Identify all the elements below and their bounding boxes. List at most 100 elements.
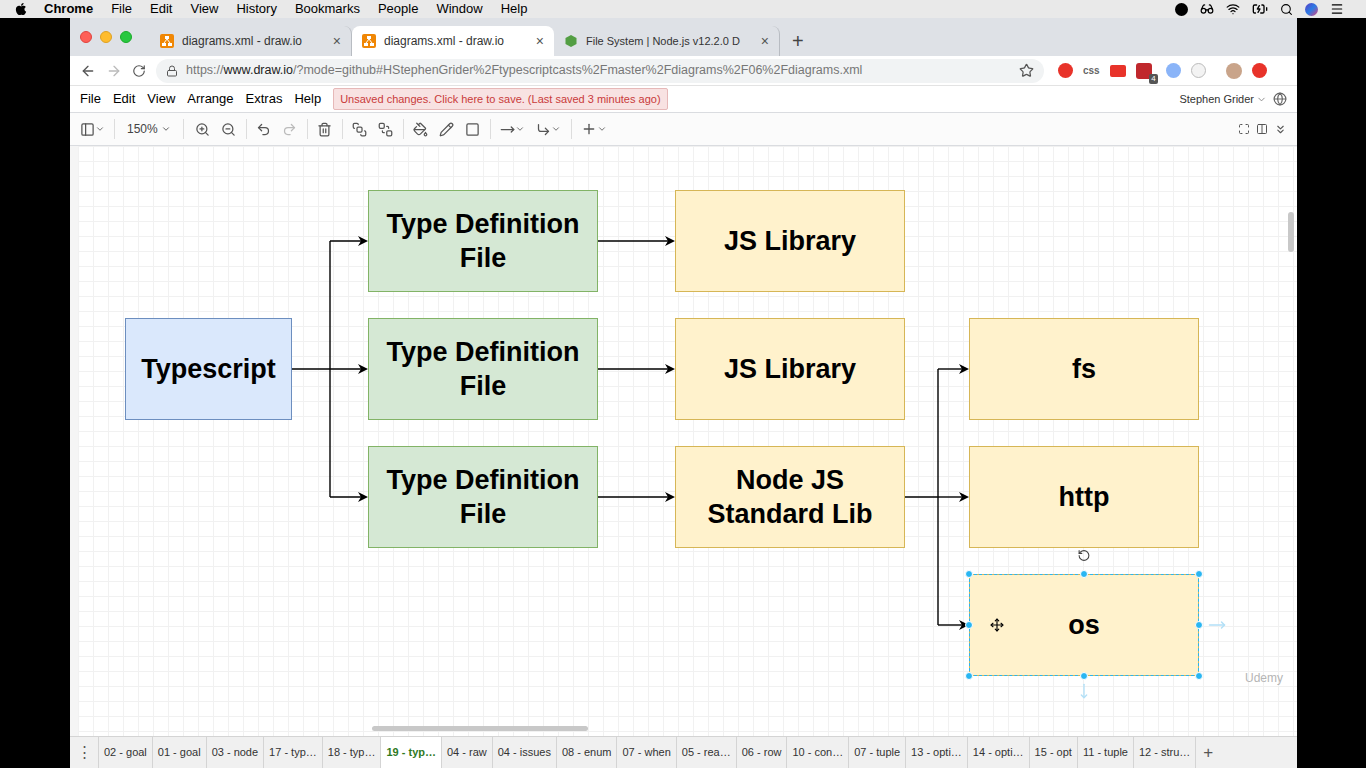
zoom-in-icon[interactable]: [190, 116, 216, 142]
browser-tab[interactable]: diagrams.xml - draw.io×: [150, 26, 352, 56]
connect-right-arrow-icon[interactable]: [1208, 616, 1226, 634]
shadow-icon[interactable]: [460, 116, 486, 142]
tab-close-button[interactable]: ×: [333, 34, 341, 48]
resize-handle[interactable]: [1080, 672, 1088, 680]
connect-down-arrow-icon[interactable]: [1076, 683, 1092, 699]
page-tab[interactable]: 18 - typ…: [322, 737, 381, 768]
extension-icon[interactable]: [1166, 63, 1181, 78]
redo-icon[interactable]: [277, 116, 303, 142]
horizontal-scrollbar[interactable]: [372, 726, 588, 731]
diagram-node[interactable]: fs: [969, 318, 1199, 420]
resize-handle[interactable]: [1195, 570, 1203, 578]
mac-menu-item[interactable]: Edit: [150, 0, 172, 19]
page-tab[interactable]: 15 - opt: [1029, 737, 1077, 768]
new-tab-button[interactable]: +: [780, 26, 816, 56]
glasses-icon[interactable]: [1200, 2, 1214, 16]
page-tab[interactable]: 04 - raw: [441, 737, 492, 768]
diagram-node[interactable]: Type DefinitionFile: [368, 190, 598, 292]
diagram-node[interactable]: os: [969, 574, 1199, 676]
profile-avatar[interactable]: [1226, 63, 1242, 79]
mac-menu-item[interactable]: View: [190, 0, 218, 19]
forward-icon[interactable]: [106, 63, 122, 79]
extension-icon[interactable]: [1058, 63, 1073, 78]
apple-icon[interactable]: [14, 2, 28, 16]
diagram-node[interactable]: JS Library: [675, 318, 905, 420]
connection-icon[interactable]: [495, 116, 531, 142]
drawio-menu-item[interactable]: View: [147, 89, 175, 109]
bookmark-star-icon[interactable]: [1019, 63, 1034, 78]
drawio-menu-item[interactable]: Help: [294, 89, 321, 109]
page-menu-button[interactable]: ⋮: [70, 737, 98, 768]
unsaved-notice[interactable]: Unsaved changes. Click here to save. (La…: [333, 88, 667, 111]
minimize-window-button[interactable]: [100, 31, 112, 43]
zoom-select[interactable]: 150%: [121, 120, 177, 138]
mac-menu-item[interactable]: People: [378, 0, 418, 19]
undo-icon[interactable]: [251, 116, 277, 142]
format-panel-icon[interactable]: [76, 116, 108, 142]
mac-menu-item[interactable]: Help: [501, 0, 528, 19]
mac-menu-item[interactable]: Window: [436, 0, 482, 19]
diagram-node[interactable]: http: [969, 446, 1199, 548]
drawio-menu-item[interactable]: File: [80, 89, 101, 109]
waypoints-icon[interactable]: [531, 116, 567, 142]
rotate-handle-icon[interactable]: [1078, 549, 1091, 562]
extension-badge-wrapper[interactable]: 4: [1136, 63, 1152, 79]
language-globe-icon[interactable]: [1273, 92, 1287, 106]
page-tab[interactable]: 01 - goal: [152, 737, 206, 768]
page-tab[interactable]: 05 - rea…: [676, 737, 736, 768]
css-extension[interactable]: css: [1083, 63, 1100, 78]
tab-close-button[interactable]: ×: [536, 34, 544, 48]
tab-close-button[interactable]: ×: [761, 34, 769, 48]
page-tab[interactable]: 17 - typ…: [263, 737, 322, 768]
user-menu[interactable]: Stephen Grider: [1179, 91, 1267, 108]
page-tab[interactable]: 07 - when: [616, 737, 675, 768]
diagram-node[interactable]: JS Library: [675, 190, 905, 292]
resize-handle[interactable]: [1195, 621, 1203, 629]
url-field[interactable]: https://www.draw.io/?mode=github#HStephe…: [156, 59, 1044, 83]
page-tab[interactable]: 03 - node: [206, 737, 263, 768]
resize-handle[interactable]: [1080, 570, 1088, 578]
zoom-window-button[interactable]: [120, 31, 132, 43]
mac-menu-item[interactable]: Bookmarks: [295, 0, 360, 19]
drawio-menu-item[interactable]: Arrange: [187, 89, 233, 109]
siri-icon[interactable]: [1305, 3, 1318, 16]
extension-icon[interactable]: [1191, 63, 1206, 78]
diagram-node[interactable]: Typescript: [125, 318, 292, 420]
to-back-icon[interactable]: [373, 116, 399, 142]
search-icon[interactable]: [1280, 3, 1293, 16]
extension-icon[interactable]: [1110, 65, 1126, 77]
page-tab[interactable]: 12 - stru…: [1133, 737, 1195, 768]
browser-tab[interactable]: diagrams.xml - draw.io×: [352, 26, 554, 56]
reload-icon[interactable]: [132, 64, 146, 78]
app-name[interactable]: Chrome: [44, 0, 93, 19]
wifi-icon[interactable]: [1226, 2, 1240, 16]
page-tab[interactable]: 02 - goal: [98, 737, 152, 768]
drawio-menu-item[interactable]: Edit: [113, 89, 135, 109]
resize-handle[interactable]: [965, 672, 973, 680]
delete-icon[interactable]: [312, 116, 338, 142]
resize-handle[interactable]: [965, 621, 973, 629]
page-tab[interactable]: 19 - typ…: [380, 737, 441, 768]
notification-list-icon[interactable]: [1330, 2, 1344, 16]
page-tab[interactable]: 13 - opti…: [905, 737, 967, 768]
diagram-canvas[interactable]: Typescript Type DefinitionFile Type Defini…: [70, 146, 1297, 736]
fullscreen-icon[interactable]: [1235, 116, 1253, 142]
insert-icon[interactable]: [576, 116, 612, 142]
vertical-scrollbar[interactable]: [1288, 212, 1294, 252]
add-page-button[interactable]: +: [1195, 737, 1220, 768]
fill-color-icon[interactable]: [408, 116, 434, 142]
browser-tab[interactable]: File System | Node.js v12.2.0 D×: [554, 26, 780, 56]
collapse-icon[interactable]: [1271, 116, 1289, 142]
page-tab[interactable]: 07 - tuple: [848, 737, 905, 768]
diagram-node[interactable]: Type DefinitionFile: [368, 446, 598, 548]
resize-handle[interactable]: [965, 570, 973, 578]
page-tab[interactable]: 14 - opti…: [967, 737, 1029, 768]
page-tab[interactable]: 04 - issues: [492, 737, 556, 768]
line-color-icon[interactable]: [434, 116, 460, 142]
close-window-button[interactable]: [80, 31, 92, 43]
extension-icon[interactable]: [1252, 63, 1267, 78]
zoom-out-icon[interactable]: [216, 116, 242, 142]
status-icon[interactable]: [1175, 3, 1188, 16]
battery-icon[interactable]: [1252, 1, 1268, 17]
format-toggle-icon[interactable]: [1253, 116, 1271, 142]
